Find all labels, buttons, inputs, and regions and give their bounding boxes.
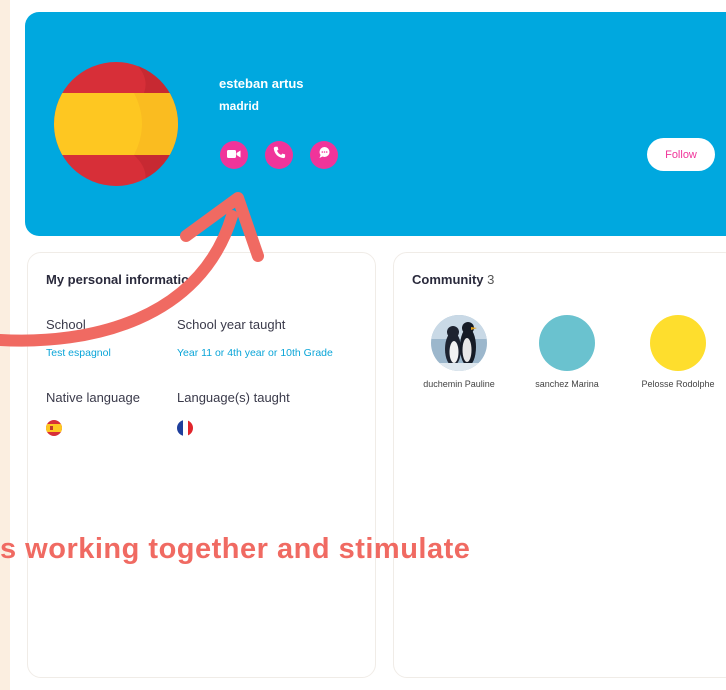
phone-call-button[interactable] — [265, 141, 293, 169]
overlay-caption: s working together and stimulate — [0, 533, 471, 565]
member-avatar-teal[interactable] — [539, 315, 595, 371]
profile-city: madrid — [219, 99, 260, 113]
follow-button[interactable]: Follow — [647, 138, 715, 171]
phone-icon — [273, 146, 286, 164]
profile-avatar-spain-flag — [54, 62, 178, 186]
member-name[interactable]: duchemin Pauline — [404, 379, 514, 389]
native-language-label: Native language — [46, 390, 140, 405]
languages-taught-label: Language(s) taught — [177, 390, 290, 405]
member-avatar-penguins[interactable] — [431, 315, 487, 371]
curved-arrow-icon — [0, 192, 264, 347]
spain-flag-icon — [46, 420, 62, 436]
member-name[interactable]: sanchez Marina — [512, 379, 622, 389]
member-avatar-yellow[interactable] — [650, 315, 706, 371]
video-call-button[interactable] — [220, 141, 248, 169]
chat-bubble-icon — [318, 146, 331, 164]
video-camera-icon — [227, 146, 241, 164]
member-name[interactable]: Pelosse Rodolphe — [623, 379, 726, 389]
profile-name: esteban artus — [219, 76, 304, 91]
community-title: Community 3 — [412, 272, 494, 287]
france-flag-icon — [177, 420, 193, 436]
community-title-text: Community — [412, 272, 484, 287]
community-card: Community 3 duchemin Pauline sanchez Mar… — [393, 252, 726, 678]
chat-button[interactable] — [310, 141, 338, 169]
community-count: 3 — [487, 272, 495, 287]
